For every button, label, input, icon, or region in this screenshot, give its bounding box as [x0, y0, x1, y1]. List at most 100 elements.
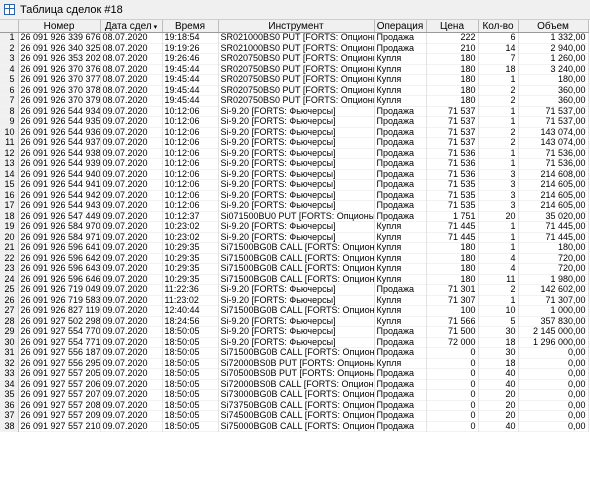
- row-index-cell: 19: [0, 221, 19, 232]
- table-row[interactable]: 22 26 091 926 596 642 09.07.2020 10:29:35 Si…: [0, 253, 589, 264]
- price-cell: 71 500: [426, 326, 479, 337]
- row-index-cell: 7: [0, 95, 19, 106]
- trade-date-cell: 09.07.2020: [100, 106, 163, 117]
- volume-cell: 71 537,00: [518, 116, 589, 127]
- table-row[interactable]: 11 26 091 926 544 937 09.07.2020 10:12:06 Si…: [0, 137, 589, 148]
- instrument-cell: SR020750BS0 PUT [FORTS: Опционы]: [218, 74, 375, 85]
- table-row[interactable]: 36 26 091 927 557 208 09.07.2020 18:50:05 Si…: [0, 400, 589, 411]
- column-header-number[interactable]: Номер: [18, 20, 101, 33]
- row-index-cell: 15: [0, 179, 19, 190]
- trade-time-cell: 10:12:06: [162, 190, 219, 201]
- table-row[interactable]: 25 26 091 926 719 049 09.07.2020 11:22:36 Si…: [0, 284, 589, 295]
- table-row[interactable]: 37 26 091 927 557 209 09.07.2020 18:50:05 Si…: [0, 410, 589, 421]
- instrument-cell: Si-9.20 [FORTS: Фьючерсы]: [218, 148, 375, 159]
- window-titlebar[interactable]: Таблица сделок #18: [0, 0, 590, 20]
- instrument-cell: Si71500BG0B CALL [FORTS: Опционы]: [218, 253, 375, 264]
- volume-cell: 71 307,00: [518, 295, 589, 306]
- row-index-cell: 28: [0, 316, 19, 327]
- table-row[interactable]: 2 26 091 926 340 325 08.07.2020 19:19:26 SR0…: [0, 43, 589, 54]
- operation-cell: Купля: [374, 232, 427, 243]
- table-row[interactable]: 35 26 091 927 557 207 09.07.2020 18:50:05 Si…: [0, 389, 589, 400]
- instrument-cell: Si-9.20 [FORTS: Фьючерсы]: [218, 200, 375, 211]
- trade-date-cell: 08.07.2020: [100, 32, 163, 43]
- table-row[interactable]: 20 26 091 926 584 971 09.07.2020 10:23:02 Si…: [0, 232, 589, 243]
- row-number-header[interactable]: [0, 20, 19, 33]
- row-index-cell: 10: [0, 127, 19, 138]
- operation-cell: Продажа: [374, 190, 427, 201]
- table-row[interactable]: 5 26 091 926 370 377 08.07.2020 19:45:44 SR0…: [0, 74, 589, 85]
- table-row[interactable]: 12 26 091 926 544 938 09.07.2020 10:12:06 Si…: [0, 148, 589, 159]
- trade-number-cell: 26 091 927 502 298: [18, 316, 101, 327]
- row-index-cell: 23: [0, 263, 19, 274]
- row-index-cell: 12: [0, 148, 19, 159]
- price-cell: 180: [426, 263, 479, 274]
- table-row[interactable]: 33 26 091 927 557 205 09.07.2020 18:50:05 Si…: [0, 368, 589, 379]
- trade-time-cell: 10:12:06: [162, 179, 219, 190]
- table-row[interactable]: 32 26 091 927 556 295 09.07.2020 18:50:05 Si…: [0, 358, 589, 369]
- column-header-time[interactable]: Время: [162, 20, 219, 33]
- table-row[interactable]: 30 26 091 927 554 771 09.07.2020 18:50:05 Si…: [0, 337, 589, 348]
- trade-time-cell: 10:29:35: [162, 263, 219, 274]
- table-row[interactable]: 23 26 091 926 596 643 09.07.2020 10:29:35 Si…: [0, 263, 589, 274]
- table-row[interactable]: 14 26 091 926 544 940 09.07.2020 10:12:06 Si…: [0, 169, 589, 180]
- trade-number-cell: 26 091 927 557 207: [18, 389, 101, 400]
- table-row[interactable]: 4 26 091 926 370 376 08.07.2020 19:45:44 SR0…: [0, 64, 589, 75]
- column-header-price[interactable]: Цена: [426, 20, 479, 33]
- quantity-cell: 1: [478, 74, 519, 85]
- quantity-cell: 1: [478, 148, 519, 159]
- volume-cell: 2 145 000,00: [518, 326, 589, 337]
- table-row[interactable]: 27 26 091 926 827 119 09.07.2020 12:40:44 Si…: [0, 305, 589, 316]
- table-row[interactable]: 34 26 091 927 557 206 09.07.2020 18:50:05 Si…: [0, 379, 589, 390]
- table-row[interactable]: 17 26 091 926 544 943 09.07.2020 10:12:06 Si…: [0, 200, 589, 211]
- table-row[interactable]: 13 26 091 926 544 939 09.07.2020 10:12:06 Si…: [0, 158, 589, 169]
- row-index-cell: 5: [0, 74, 19, 85]
- operation-cell: Купля: [374, 305, 427, 316]
- trade-date-cell: 08.07.2020: [100, 95, 163, 106]
- column-header-quantity[interactable]: Кол-во: [478, 20, 519, 33]
- column-header-operation[interactable]: Операция: [374, 20, 427, 33]
- volume-cell: 360,00: [518, 95, 589, 106]
- table-row[interactable]: 38 26 091 927 557 210 09.07.2020 18:50:05 Si…: [0, 421, 589, 432]
- price-cell: 71 566: [426, 316, 479, 327]
- operation-cell: Продажа: [374, 127, 427, 138]
- column-header-instrument[interactable]: Инструмент: [218, 20, 375, 33]
- row-index-cell: 11: [0, 137, 19, 148]
- table-row[interactable]: 8 26 091 926 544 934 09.07.2020 10:12:06 Si-…: [0, 106, 589, 117]
- trade-time-cell: 10:29:35: [162, 274, 219, 285]
- table-row[interactable]: 21 26 091 926 596 641 09.07.2020 10:29:35 Si…: [0, 242, 589, 253]
- header-row: Номер Дата сдел ▾ Время Инструмент Операц…: [0, 20, 589, 33]
- trade-time-cell: 18:50:05: [162, 368, 219, 379]
- operation-cell: Купля: [374, 242, 427, 253]
- table-row[interactable]: 16 26 091 926 544 942 09.07.2020 10:12:06 Si…: [0, 190, 589, 201]
- table-row[interactable]: 15 26 091 926 544 941 09.07.2020 10:12:06 Si…: [0, 179, 589, 190]
- table-row[interactable]: 29 26 091 927 554 770 09.07.2020 18:50:05 Si…: [0, 326, 589, 337]
- table-row[interactable]: 31 26 091 927 556 187 09.07.2020 18:50:05 Si…: [0, 347, 589, 358]
- price-cell: 1 751: [426, 211, 479, 222]
- row-index-cell: 29: [0, 326, 19, 337]
- table-row[interactable]: 7 26 091 926 370 379 08.07.2020 19:45:44 SR0…: [0, 95, 589, 106]
- quantity-cell: 5: [478, 316, 519, 327]
- table-row[interactable]: 1 26 091 926 339 676 08.07.2020 19:18:54 SR0…: [0, 32, 589, 43]
- trade-time-cell: 10:12:06: [162, 200, 219, 211]
- volume-cell: 71 536,00: [518, 158, 589, 169]
- table-row[interactable]: 9 26 091 926 544 935 09.07.2020 10:12:06 Si-…: [0, 116, 589, 127]
- table-row[interactable]: 24 26 091 926 596 646 09.07.2020 10:29:35 Si…: [0, 274, 589, 285]
- instrument-cell: Si71500BG0B CALL [FORTS: Опционы]: [218, 347, 375, 358]
- trade-date-cell: 09.07.2020: [100, 263, 163, 274]
- trade-date-cell: 09.07.2020: [100, 421, 163, 432]
- operation-cell: Продажа: [374, 421, 427, 432]
- trade-date-cell: 09.07.2020: [100, 358, 163, 369]
- column-header-date[interactable]: Дата сдел ▾: [100, 20, 163, 33]
- price-cell: 0: [426, 421, 479, 432]
- column-header-volume[interactable]: Объем: [518, 20, 589, 33]
- table-row[interactable]: 18 26 091 926 547 449 09.07.2020 10:12:37 Si…: [0, 211, 589, 222]
- operation-cell: Продажа: [374, 148, 427, 159]
- instrument-cell: Si-9.20 [FORTS: Фьючерсы]: [218, 116, 375, 127]
- table-row[interactable]: 19 26 091 926 584 970 09.07.2020 10:23:02 Si…: [0, 221, 589, 232]
- table-row[interactable]: 26 26 091 926 719 583 09.07.2020 11:23:02 Si…: [0, 295, 589, 306]
- table-row[interactable]: 10 26 091 926 544 936 09.07.2020 10:12:06 Si…: [0, 127, 589, 138]
- table-row[interactable]: 3 26 091 926 353 202 08.07.2020 19:26:46 SR0…: [0, 53, 589, 64]
- table-row[interactable]: 6 26 091 926 370 378 08.07.2020 19:45:44 SR0…: [0, 85, 589, 96]
- table-row[interactable]: 28 26 091 927 502 298 09.07.2020 18:24:56 Si…: [0, 316, 589, 327]
- instrument-cell: Si-9.20 [FORTS: Фьючерсы]: [218, 232, 375, 243]
